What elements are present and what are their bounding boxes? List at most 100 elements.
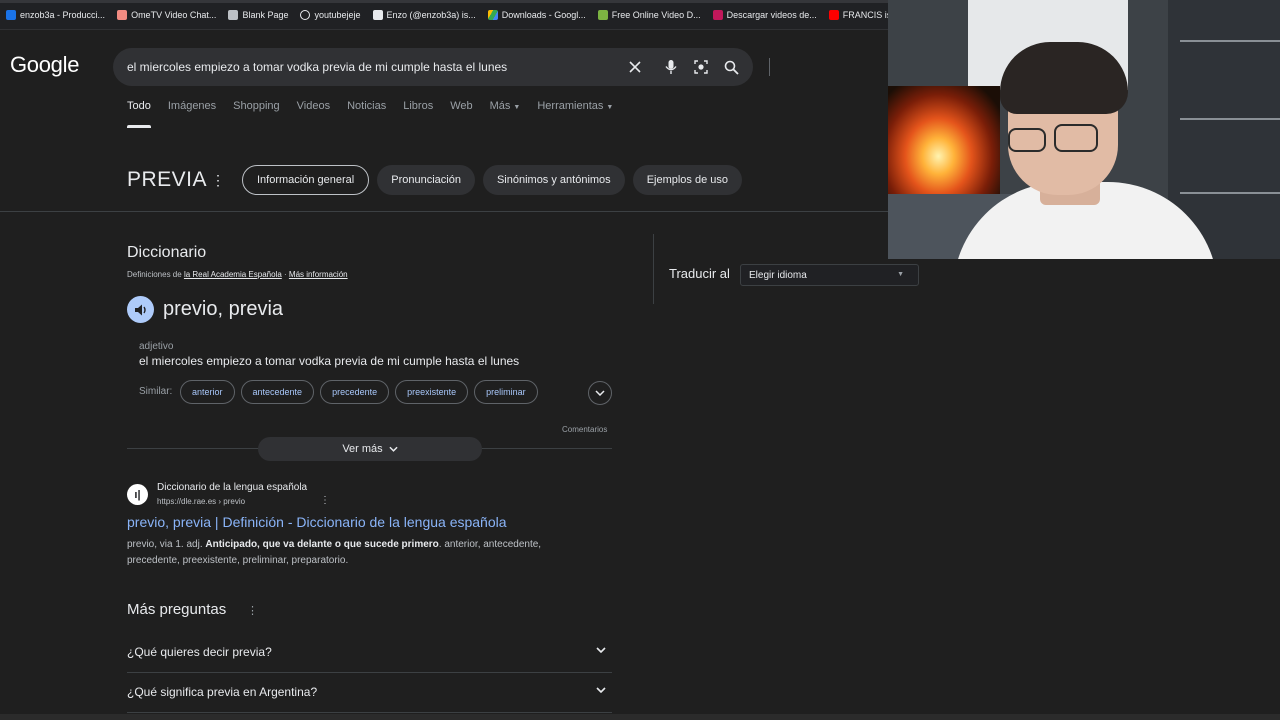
comments-link[interactable]: Comentarios xyxy=(562,425,607,434)
google-logo[interactable]: Google xyxy=(10,52,79,78)
rae-favicon-icon: ı| xyxy=(127,484,148,505)
see-more-label: Ver más xyxy=(342,443,383,455)
webcam-door-line xyxy=(1180,40,1280,42)
more-info-link[interactable]: Más información xyxy=(289,270,348,279)
bookmark-item[interactable]: enzob3a - Producci... xyxy=(0,0,111,29)
bookmark-item[interactable]: Enzo (@enzob3a) is... xyxy=(367,0,482,29)
synonym-chip[interactable]: antecedente xyxy=(240,380,315,404)
bookmark-item[interactable]: Downloads - Googl... xyxy=(482,0,592,29)
translate-label: Traducir al xyxy=(669,266,730,281)
headword: previo, previa xyxy=(163,298,284,320)
dictionary-source: Definiciones de la Real Academia Español… xyxy=(127,270,348,279)
search-divider xyxy=(769,58,770,76)
paa-question-text: ¿Qué significa previa en Argentina? xyxy=(127,685,318,699)
result-url[interactable]: https://dle.rae.es › previo xyxy=(157,497,245,506)
chevron-down-icon xyxy=(596,645,606,655)
tab-herramientas[interactable]: Herramientas ▼ xyxy=(537,100,613,128)
webcam-door-line xyxy=(1180,192,1280,194)
tab-todo[interactable]: Todo xyxy=(127,100,151,128)
expand-synonyms-button[interactable] xyxy=(588,381,612,405)
paa-question[interactable]: ¿Qué quieres decir previa? xyxy=(127,633,612,673)
paa-question[interactable]: ¿Qué significa previa en Argentina? xyxy=(127,673,612,713)
chevron-down-icon xyxy=(596,685,606,695)
bookmark-item[interactable]: Free Online Video D... xyxy=(592,0,707,29)
caret-down-icon: ▼ xyxy=(897,271,904,278)
bookmark-favicon-icon xyxy=(6,9,16,20)
microphone-icon[interactable] xyxy=(661,57,681,77)
webcam-door-line xyxy=(1180,118,1280,120)
download-icon xyxy=(597,9,608,20)
synonym-list: anterior antecedente precedente preexist… xyxy=(180,380,538,404)
tab-web[interactable]: Web xyxy=(450,100,472,128)
chevron-down-icon xyxy=(389,446,398,452)
part-of-speech: adjetivo xyxy=(139,341,174,352)
caret-down-icon: ▼ xyxy=(606,104,614,111)
more-options-icon[interactable]: ⋮ xyxy=(211,172,225,189)
bookmark-favicon-icon xyxy=(117,9,128,20)
panel-divider xyxy=(653,234,654,304)
glasses-lens xyxy=(1008,128,1046,152)
paa-menu-icon[interactable]: ⋮ xyxy=(247,604,258,617)
result-snippet: previo, via 1. adj. Anticipado, que va d… xyxy=(127,537,587,569)
paa-question-text: ¿Qué quieres decir previa? xyxy=(127,645,272,659)
snippet-prefix: previo, via 1. adj. xyxy=(127,539,203,550)
tab-videos[interactable]: Videos xyxy=(297,100,330,128)
synonym-chip[interactable]: preexistente xyxy=(395,380,469,404)
word-chips: Información general Pronunciación Sinóni… xyxy=(242,165,743,195)
chip-sinonimos[interactable]: Sinónimos y antónimos xyxy=(482,165,625,195)
synonym-chip[interactable]: precedente xyxy=(320,380,390,404)
webcam-overlay xyxy=(888,0,1280,259)
search-bar[interactable]: el miercoles empiezo a tomar vodka previ… xyxy=(113,48,770,86)
result-menu-icon[interactable]: ⋮ xyxy=(320,495,330,506)
search-icon[interactable] xyxy=(721,57,741,77)
speaker-icon[interactable] xyxy=(127,296,154,323)
drive-icon xyxy=(487,9,498,20)
see-more-button[interactable]: Ver más xyxy=(258,437,482,461)
camera-lens-icon[interactable] xyxy=(691,57,711,77)
globe-icon xyxy=(300,9,311,20)
tiktok-icon xyxy=(372,9,383,20)
bookmark-item[interactable]: Blank Page xyxy=(222,0,294,29)
divider xyxy=(0,211,888,212)
tab-shopping[interactable]: Shopping xyxy=(233,100,280,128)
bookmark-item[interactable]: youtubejeje xyxy=(294,0,366,29)
bookmarks-bar: enzob3a - Producci... OmeTV Video Chat..… xyxy=(0,0,888,30)
taskbar-edge xyxy=(0,714,1280,720)
clear-icon[interactable] xyxy=(625,57,645,77)
result-site-name[interactable]: Diccionario de la lengua española xyxy=(157,482,307,493)
chip-ejemplos[interactable]: Ejemplos de uso xyxy=(632,165,743,195)
bookmark-favicon-icon xyxy=(228,9,239,20)
synonym-chip[interactable]: preliminar xyxy=(474,380,538,404)
definition: el miercoles empiezo a tomar vodka previ… xyxy=(139,354,520,368)
tab-libros[interactable]: Libros xyxy=(403,100,433,128)
source-link[interactable]: la Real Academia Española xyxy=(184,270,282,279)
dictionary-heading: Diccionario xyxy=(127,244,207,261)
bookmark-item[interactable]: FRANCIS is a xyxy=(823,0,888,29)
bookmark-favicon-icon xyxy=(712,9,723,20)
tab-mas[interactable]: Más ▼ xyxy=(490,100,521,128)
source-separator: · xyxy=(284,270,287,279)
search-tabs: Todo Imágenes Shopping Videos Noticias L… xyxy=(127,100,630,128)
result-title-link[interactable]: previo, previa | Definición - Diccionari… xyxy=(127,514,507,530)
search-input[interactable]: el miercoles empiezo a tomar vodka previ… xyxy=(127,60,507,74)
synonym-chip[interactable]: anterior xyxy=(180,380,235,404)
bookmark-item[interactable]: OmeTV Video Chat... xyxy=(111,0,222,29)
person-hair xyxy=(1000,42,1128,114)
tab-herramientas-label: Herramientas xyxy=(537,100,604,112)
bookmark-item[interactable]: Descargar videos de... xyxy=(707,0,823,29)
language-select-value: Elegir idioma xyxy=(749,270,807,281)
glasses-lens xyxy=(1054,124,1098,152)
tab-noticias[interactable]: Noticias xyxy=(347,100,386,128)
youtube-icon xyxy=(828,9,839,20)
chip-pronunciacion[interactable]: Pronunciación xyxy=(377,165,475,195)
snippet-bold: Anticipado, que va delante o que sucede … xyxy=(205,539,439,550)
chip-informacion-general[interactable]: Información general xyxy=(242,165,370,195)
tab-imagenes[interactable]: Imágenes xyxy=(168,100,216,128)
similar-label: Similar: xyxy=(139,386,173,397)
source-prefix: Definiciones de xyxy=(127,270,182,279)
fireplace-image xyxy=(888,86,1000,194)
language-select[interactable]: Elegir idioma ▼ xyxy=(740,264,919,286)
tab-strip-edge xyxy=(0,0,888,3)
word-title: PREVIA xyxy=(127,168,208,191)
caret-down-icon: ▼ xyxy=(513,104,521,111)
